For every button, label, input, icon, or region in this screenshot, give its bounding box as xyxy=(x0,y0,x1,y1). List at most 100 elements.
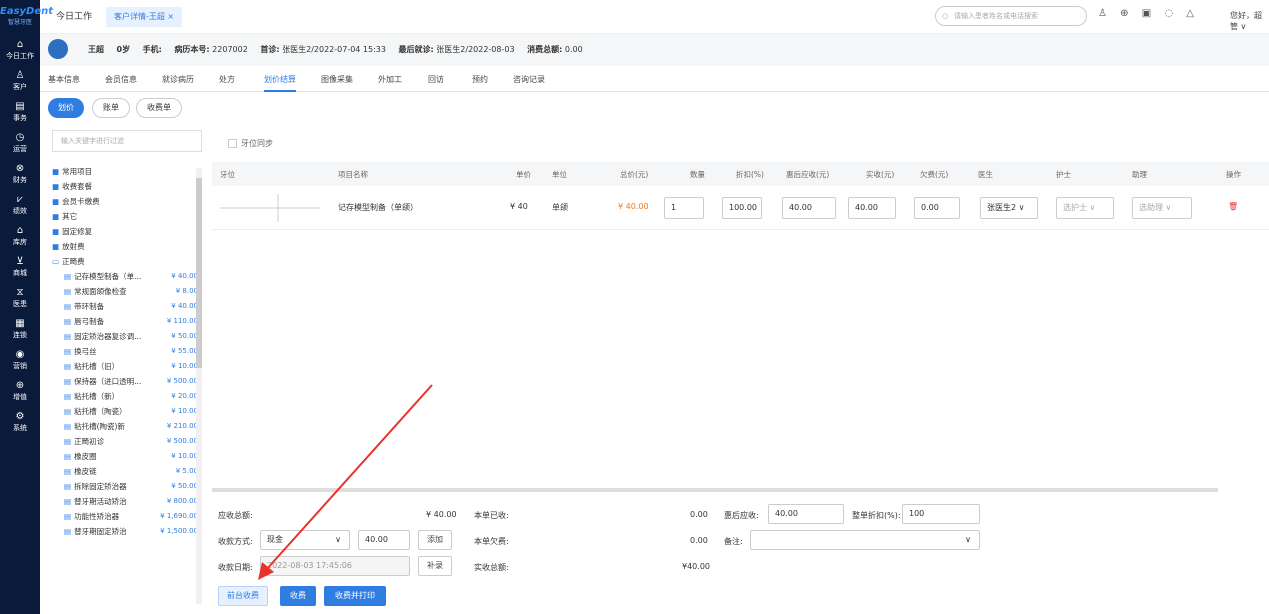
after-input-total[interactable]: 40.00 xyxy=(768,504,844,524)
list-item[interactable]: ▤ 橡皮圈 ¥ 10.00 xyxy=(52,449,204,464)
grid-hscrollbar[interactable] xyxy=(212,488,1218,492)
tab-outsource[interactable]: 外加工 xyxy=(378,74,402,85)
message-icon[interactable]: ▣ xyxy=(1142,8,1151,19)
list-item[interactable]: ▤ 正畸初诊 ¥ 500.00 xyxy=(52,434,204,449)
tooth-chart-icon[interactable] xyxy=(220,192,320,224)
method-amount-input[interactable]: 40.00 xyxy=(358,530,410,550)
tab-appointment[interactable]: 预约 xyxy=(472,74,488,85)
item-price: ¥ 20.00 xyxy=(171,392,198,400)
list-item[interactable]: ■ 常用项目 xyxy=(52,164,204,179)
list-item[interactable]: ▤ 替牙期固定矫治 ¥ 1,500.00 xyxy=(52,524,204,539)
list-item[interactable]: ■ 放射费 xyxy=(52,239,204,254)
tab-consult[interactable]: 咨询记录 xyxy=(513,74,545,85)
nurse-select[interactable]: 选护士 ∨ xyxy=(1056,197,1114,219)
list-item[interactable]: ▤ 橡皮链 ¥ 5.00 xyxy=(52,464,204,479)
list-item[interactable]: ▤ 带环制备 ¥ 40.00 xyxy=(52,299,204,314)
tooth-sync[interactable]: 牙位同步 xyxy=(228,138,273,149)
sync-checkbox[interactable] xyxy=(228,139,237,148)
nav-item[interactable]: ▤ 事务 xyxy=(0,98,40,129)
user-greeting[interactable]: 您好，超管 ∨ xyxy=(1230,10,1269,32)
owe-input[interactable]: 0.00 xyxy=(914,197,960,219)
phone-label: 手机: xyxy=(142,45,162,54)
add-payment-button[interactable]: 添加 xyxy=(418,530,452,550)
nav-item[interactable]: ⚙ 系统 xyxy=(0,408,40,439)
nav-label: 系统 xyxy=(13,424,27,432)
nav-item[interactable]: ⌂ 库房 xyxy=(0,222,40,253)
nav-item[interactable]: ♙ 客户 xyxy=(0,67,40,98)
list-item[interactable]: ▤ 换弓丝 ¥ 55.00 xyxy=(52,344,204,359)
list-item[interactable]: ▤ 粘托槽(陶瓷)新 ¥ 210.00 xyxy=(52,419,204,434)
tab-prescription[interactable]: 处方 xyxy=(219,74,235,85)
date-input[interactable]: 2022-08-03 17:45:06 xyxy=(260,556,410,576)
sub-tab-receipt[interactable]: 收费单 xyxy=(136,98,182,118)
record-value: 2207002 xyxy=(212,45,248,54)
nav-item[interactable]: ⊻ 商城 xyxy=(0,253,40,284)
nav-item[interactable]: ◷ 运营 xyxy=(0,129,40,160)
chat-icon[interactable]: ◌ xyxy=(1164,8,1173,19)
item-label: 粘托槽(陶瓷)新 xyxy=(74,422,125,431)
note-select[interactable]: ∨ xyxy=(750,530,980,550)
list-item[interactable]: ■ 其它 xyxy=(52,209,204,224)
nav-item[interactable]: ⩗ 绩效 xyxy=(0,191,40,222)
add-icon[interactable]: ⊕ xyxy=(1120,8,1128,19)
tab-member[interactable]: 会员信息 xyxy=(105,74,137,85)
list-item[interactable]: ▤ 保持器（进口透明... ¥ 500.00 xyxy=(52,374,204,389)
tree-scrollbar[interactable] xyxy=(196,168,202,604)
total-label: 消费总额: xyxy=(527,45,563,54)
table-row: 记存模型制备（单颌） ¥ 40 单颌 ¥ 40.00 1 100.00 40.0… xyxy=(212,186,1269,230)
list-item[interactable]: ▤ 粘托槽（陶瓷） ¥ 10.00 xyxy=(52,404,204,419)
qty-input[interactable]: 1 xyxy=(664,197,704,219)
tab-basic[interactable]: 基本信息 xyxy=(48,74,80,85)
tab-followup[interactable]: 回访 xyxy=(428,74,444,85)
charge-button[interactable]: 收费 xyxy=(280,586,316,606)
list-item[interactable]: ▤ 记存模型制备（单... ¥ 40.00 xyxy=(52,269,204,284)
file-icon: ▤ xyxy=(64,452,72,461)
item-label: 橡皮链 xyxy=(74,467,97,476)
list-item[interactable]: ▤ 粘托槽（新） ¥ 20.00 xyxy=(52,389,204,404)
tab-today[interactable]: 今日工作 xyxy=(56,8,92,26)
nav-item[interactable]: ⊗ 财务 xyxy=(0,160,40,191)
nav-item[interactable]: ⊕ 增值 xyxy=(0,377,40,408)
brand-sub: 智慧牙医 xyxy=(7,19,32,26)
list-item[interactable]: ▤ 替牙期活动矫治 ¥ 800.00 xyxy=(52,494,204,509)
discount-input-total[interactable]: 100 xyxy=(902,504,980,524)
nav-item[interactable]: ⧖ 医患 xyxy=(0,284,40,315)
item-price: ¥ 5.00 xyxy=(175,467,198,475)
user-icon[interactable]: ♙ xyxy=(1098,8,1107,19)
item-label: 固定修复 xyxy=(62,227,93,236)
col-paid: 实收(元) xyxy=(866,170,895,179)
list-item[interactable]: ▤ 功能性矫治器 ¥ 1,690.00 xyxy=(52,509,204,524)
charge-print-button[interactable]: 收费并打印 xyxy=(324,586,386,606)
tab-customer-detail[interactable]: 客户详情-王超 × xyxy=(106,7,183,27)
list-item[interactable]: ■ 收费套餐 xyxy=(52,179,204,194)
delete-icon[interactable]: 🗑 xyxy=(1228,202,1238,211)
list-item[interactable]: ▤ 拆除固定矫治器 ¥ 50.00 xyxy=(52,479,204,494)
front-desk-charge-button[interactable]: 前台收费 xyxy=(218,586,268,606)
sub-tab-bill[interactable]: 账单 xyxy=(92,98,130,118)
nav-item[interactable]: ▦ 连锁 xyxy=(0,315,40,346)
assistant-select[interactable]: 选助理 ∨ xyxy=(1132,197,1192,219)
search-input[interactable]: ○ 请输入患者姓名或电话搜索 xyxy=(935,6,1087,26)
due-value: ¥ 40.00 xyxy=(426,510,457,519)
list-item[interactable]: ■ 会员卡缴费 xyxy=(52,194,204,209)
list-item[interactable]: ▭ 正畸费 xyxy=(52,254,204,269)
tab-images[interactable]: 图像采集 xyxy=(321,74,353,85)
sub-tab-pricing[interactable]: 划价 xyxy=(48,98,84,118)
list-item[interactable]: ▤ 唇弓制备 ¥ 110.00 xyxy=(52,314,204,329)
discount-input[interactable]: 100.00 xyxy=(722,197,762,219)
nav-item[interactable]: ◉ 营销 xyxy=(0,346,40,377)
doctor-select[interactable]: 张医生2 ∨ xyxy=(980,197,1038,219)
tab-billing[interactable]: 划价结算 xyxy=(264,74,296,92)
bell-icon[interactable]: △ xyxy=(1186,8,1194,19)
filter-input[interactable]: 输入关键字进行过滤 xyxy=(52,130,202,152)
list-item[interactable]: ▤ 常规面颌像检查 ¥ 8.00 xyxy=(52,284,204,299)
after-input[interactable]: 40.00 xyxy=(782,197,836,219)
nav-item[interactable]: ⌂ 今日工作 xyxy=(0,36,40,67)
method-select[interactable]: 现金 ∨ xyxy=(260,530,350,550)
list-item[interactable]: ■ 固定修复 xyxy=(52,224,204,239)
list-item[interactable]: ▤ 固定矫治器复诊调... ¥ 50.00 xyxy=(52,329,204,344)
list-item[interactable]: ▤ 粘托槽（旧） ¥ 10.00 xyxy=(52,359,204,374)
supplement-button[interactable]: 补录 xyxy=(418,556,452,576)
paid-input[interactable]: 40.00 xyxy=(848,197,896,219)
tab-records[interactable]: 就诊病历 xyxy=(162,74,194,85)
